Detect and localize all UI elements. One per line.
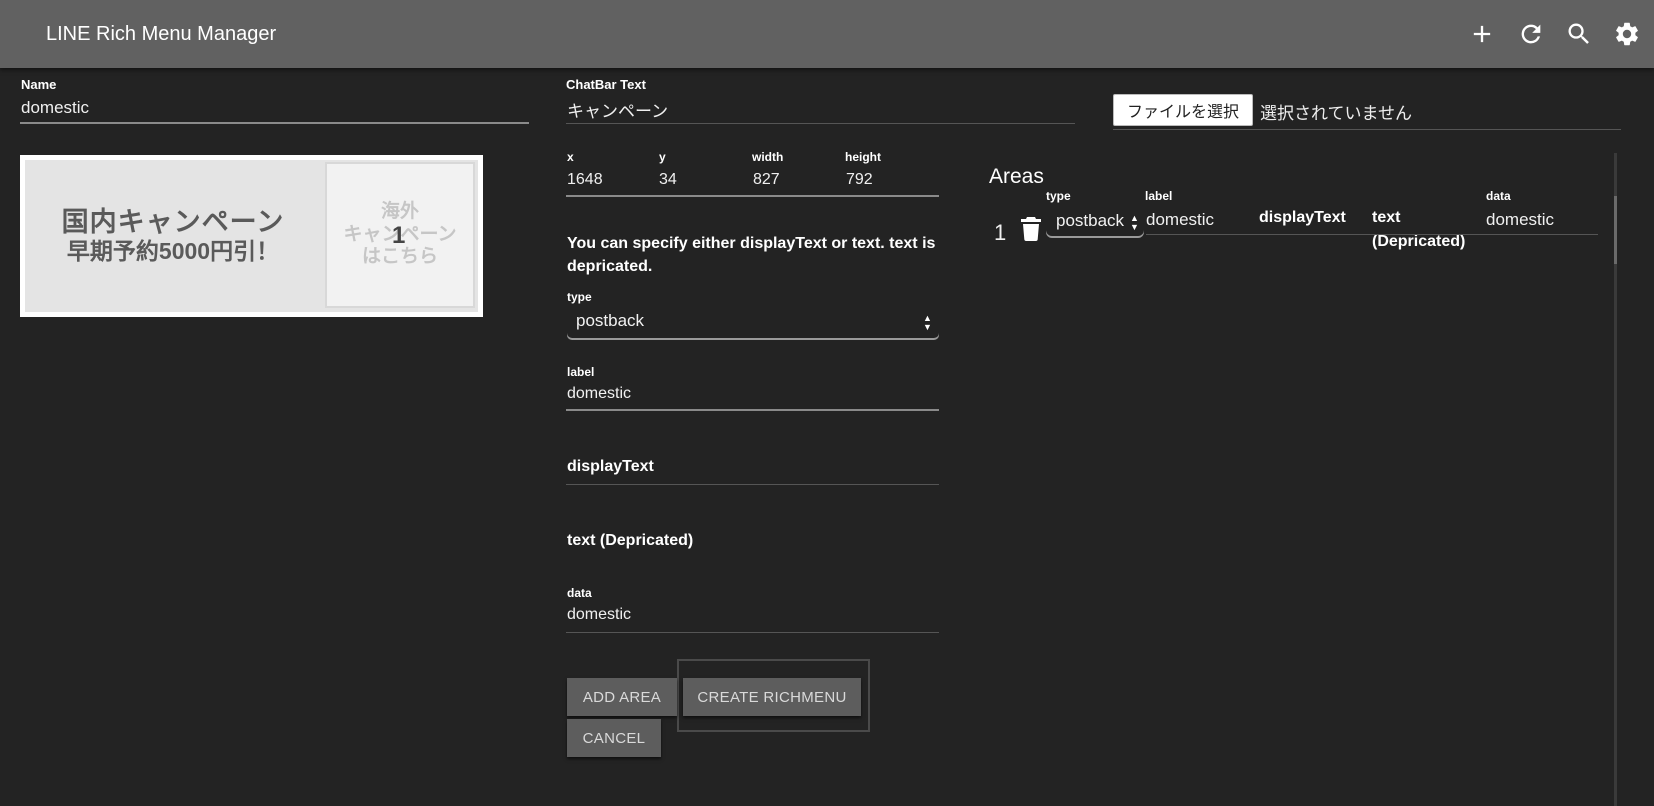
chatbar-label: ChatBar Text (566, 77, 646, 92)
text-heading: text (Depricated) (567, 532, 694, 549)
display-text-input[interactable] (566, 484, 939, 485)
label-label: label (567, 365, 595, 379)
data-input[interactable]: domestic (567, 606, 631, 624)
refresh-icon[interactable] (1516, 19, 1546, 49)
areas-title: Areas (989, 165, 1044, 188)
add-area-button[interactable]: ADD AREA (567, 678, 677, 716)
chatbar-input[interactable]: キャンペーン (567, 97, 668, 122)
row-label-value[interactable]: domestic (1146, 210, 1214, 230)
data-underline (566, 632, 939, 633)
preview-image: 国内キャンペーン 早期予約5000円引！ 海外 キャンペーン はこちら 1 (25, 160, 478, 312)
row-index: 1 (994, 220, 1007, 245)
row-type-select[interactable]: postback ▲ ▼ (1046, 208, 1144, 236)
data-label: data (567, 586, 592, 600)
y-label: y (659, 150, 666, 164)
area-number-marker: 1 (392, 222, 406, 249)
preview-right-line1: 海外 (380, 200, 419, 222)
select-arrows-icon: ▲ ▼ (923, 313, 932, 332)
type-select[interactable]: postback ▲ ▼ (567, 308, 939, 338)
row-type-value: postback (1056, 211, 1125, 230)
col-displaytext-header: displayText (1259, 209, 1346, 226)
height-label: height (845, 150, 881, 164)
col-label-header: label (1145, 189, 1173, 203)
name-input[interactable]: domestic (21, 98, 89, 118)
cancel-button[interactable]: CANCEL (567, 719, 661, 757)
width-input[interactable]: 827 (753, 171, 780, 189)
row-data-value[interactable]: domestic (1486, 210, 1554, 230)
file-status-text: 選択されていません (1260, 104, 1412, 123)
display-text-note: You can specify either displayText or te… (567, 235, 936, 275)
col-data-header: data (1486, 189, 1511, 203)
row-underline (1146, 234, 1598, 235)
choose-file-button[interactable]: ファイルを選択 (1113, 94, 1253, 126)
name-underline (20, 122, 529, 124)
app-title: LINE Rich Menu Manager (46, 23, 277, 45)
col-text-header-line1: text (1372, 209, 1401, 226)
richmenu-preview[interactable]: 国内キャンペーン 早期予約5000円引！ 海外 キャンペーン はこちら 1 (20, 155, 483, 317)
x-label: x (567, 150, 574, 164)
file-underline (1113, 129, 1621, 130)
settings-icon[interactable] (1612, 19, 1642, 49)
coords-underline (566, 195, 939, 197)
type-select-value: postback (576, 311, 645, 330)
preview-left-line2: 早期予約5000円引！ (66, 238, 280, 265)
name-label: Name (21, 77, 57, 92)
add-icon[interactable] (1467, 19, 1497, 49)
col-text-header-line2: (Depricated) (1372, 233, 1466, 250)
label-underline (566, 409, 939, 411)
width-label: width (752, 150, 784, 164)
x-input[interactable]: 1648 (567, 171, 603, 189)
search-icon[interactable] (1564, 19, 1594, 49)
y-input[interactable]: 34 (659, 171, 677, 189)
scrollbar-thumb[interactable] (1614, 196, 1617, 264)
display-text-heading: displayText (567, 458, 654, 475)
chatbar-underline (566, 123, 1075, 124)
preview-left-line1: 国内キャンペーン (61, 207, 285, 238)
app-bar: LINE Rich Menu Manager (0, 0, 1654, 68)
col-type-header: type (1046, 189, 1071, 203)
create-richmenu-button[interactable]: CREATE RICHMENU (683, 678, 861, 716)
preview-left-area: 国内キャンペーン 早期予約5000円引！ (25, 160, 321, 312)
row-select-arrows-icon: ▲ ▼ (1130, 213, 1139, 232)
delete-icon[interactable] (1021, 217, 1041, 242)
label-input[interactable]: domestic (567, 385, 631, 403)
height-input[interactable]: 792 (846, 171, 873, 189)
type-label: type (567, 290, 592, 304)
